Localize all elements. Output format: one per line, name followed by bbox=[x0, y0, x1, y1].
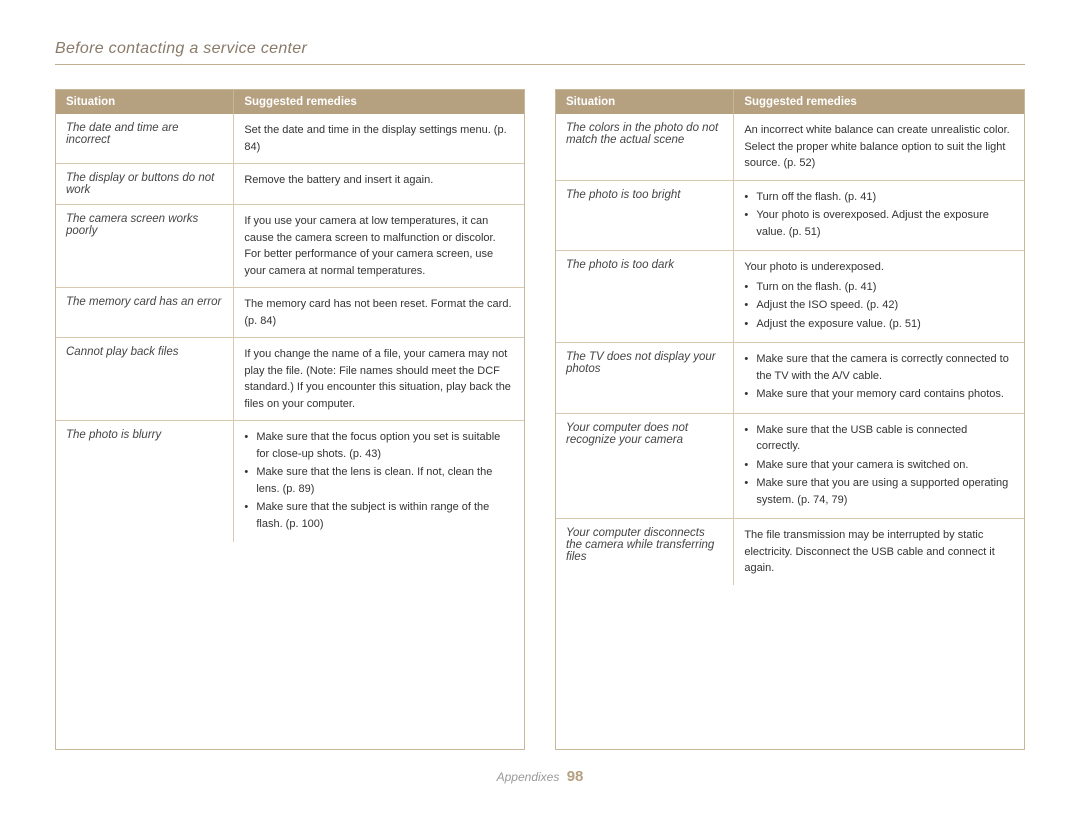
table-row: Cannot play back filesIf you change the … bbox=[56, 338, 524, 421]
situation-cell: The photo is too dark bbox=[556, 251, 734, 343]
list-item: Your photo is overexposed. Adjust the ex… bbox=[744, 207, 1014, 240]
appendix-label: Appendixes bbox=[497, 770, 560, 784]
remedy-list: Make sure that the focus option you set … bbox=[244, 429, 514, 532]
situation-cell: The memory card has an error bbox=[56, 288, 234, 338]
list-item: Make sure that the focus option you set … bbox=[244, 429, 514, 462]
remedy-cell: Make sure that the camera is correctly c… bbox=[734, 343, 1024, 414]
situation-cell: The photo is blurry bbox=[56, 421, 234, 543]
remedy-text: Your photo is underexposed. bbox=[744, 259, 1014, 276]
left-table-wrapper: Situation Suggested remedies The date an… bbox=[55, 89, 525, 750]
table-row: Your computer does not recognize your ca… bbox=[556, 413, 1024, 519]
remedy-text: For better performance of your camera sc… bbox=[244, 248, 493, 277]
list-item: Make sure that the USB cable is connecte… bbox=[744, 422, 1014, 455]
remedy-cell: Make sure that the focus option you set … bbox=[234, 421, 524, 543]
situation-cell: The display or buttons do not work bbox=[56, 164, 234, 205]
list-item: Adjust the ISO speed. (p. 42) bbox=[744, 297, 1014, 314]
page-number: 98 bbox=[567, 768, 584, 785]
remedy-cell: Remove the battery and insert it again. bbox=[234, 164, 524, 205]
situation-cell: Your computer does not recognize your ca… bbox=[556, 413, 734, 519]
situation-cell: The TV does not display your photos bbox=[556, 343, 734, 414]
table-row: The display or buttons do not work Remove… bbox=[56, 164, 524, 205]
table-row: The date and time are incorrect Set the d… bbox=[56, 114, 524, 164]
right-situation-header: Situation bbox=[556, 90, 734, 114]
remedy-list: Turn on the flash. (p. 41)Adjust the ISO… bbox=[744, 279, 1014, 333]
left-table: Situation Suggested remedies The date an… bbox=[56, 90, 524, 542]
table-row: The photo is too darkYour photo is under… bbox=[556, 251, 1024, 343]
right-table: Situation Suggested remedies The colors … bbox=[556, 90, 1024, 585]
tables-row: Situation Suggested remedies The date an… bbox=[55, 89, 1025, 750]
list-item: Adjust the exposure value. (p. 51) bbox=[744, 316, 1014, 333]
situation-cell: Your computer disconnects the camera whi… bbox=[556, 519, 734, 585]
left-situation-header: Situation bbox=[56, 90, 234, 114]
table-row: The camera screen works poorly If you use… bbox=[56, 205, 524, 288]
remedy-text: Remove the battery and insert it again. bbox=[244, 174, 433, 186]
situation-cell: The colors in the photo do not match the… bbox=[556, 114, 734, 180]
list-item: Make sure that the lens is clean. If not… bbox=[244, 464, 514, 497]
remedy-list: Make sure that the USB cable is connecte… bbox=[744, 422, 1014, 509]
list-item: Turn on the flash. (p. 41) bbox=[744, 279, 1014, 296]
remedy-cell: Make sure that the USB cable is connecte… bbox=[734, 413, 1024, 519]
list-item: Turn off the flash. (p. 41) bbox=[744, 189, 1014, 206]
remedy-text: An incorrect white balance can create un… bbox=[744, 124, 1009, 169]
situation-cell: The photo is too bright bbox=[556, 180, 734, 251]
left-remedies-header: Suggested remedies bbox=[234, 90, 524, 114]
list-item: Make sure that your camera is switched o… bbox=[744, 457, 1014, 474]
right-table-wrapper: Situation Suggested remedies The colors … bbox=[555, 89, 1025, 750]
remedy-list: Turn off the flash. (p. 41)Your photo is… bbox=[744, 189, 1014, 241]
list-item: Make sure that the subject is within ran… bbox=[244, 499, 514, 532]
remedy-cell: If you use your camera at low temperatur… bbox=[234, 205, 524, 288]
remedy-cell: The file transmission may be interrupted… bbox=[734, 519, 1024, 585]
right-remedies-header: Suggested remedies bbox=[734, 90, 1024, 114]
page-container: Before contacting a service center Situa… bbox=[0, 0, 1080, 815]
remedy-text: Set the date and time in the display set… bbox=[244, 124, 506, 153]
list-item: Make sure that you are using a supported… bbox=[744, 475, 1014, 508]
remedy-cell: Set the date and time in the display set… bbox=[234, 114, 524, 164]
list-item: Make sure that your memory card contains… bbox=[744, 386, 1014, 403]
remedy-cell: An incorrect white balance can create un… bbox=[734, 114, 1024, 180]
remedy-text: The memory card has not been reset. Form… bbox=[244, 298, 511, 327]
footer: Appendixes 98 bbox=[55, 768, 1025, 785]
remedy-cell: Turn off the flash. (p. 41)Your photo is… bbox=[734, 180, 1024, 251]
situation-cell: Cannot play back files bbox=[56, 338, 234, 421]
table-row: The colors in the photo do not match the… bbox=[556, 114, 1024, 180]
table-row: Your computer disconnects the camera whi… bbox=[556, 519, 1024, 585]
table-row: The photo is too brightTurn off the flas… bbox=[556, 180, 1024, 251]
list-item: Make sure that the camera is correctly c… bbox=[744, 351, 1014, 384]
remedy-text: If you use your camera at low temperatur… bbox=[244, 215, 495, 244]
remedy-text: The file transmission may be interrupted… bbox=[744, 529, 994, 574]
remedy-cell: The memory card has not been reset. Form… bbox=[234, 288, 524, 338]
table-row: The memory card has an error The memory c… bbox=[56, 288, 524, 338]
situation-cell: The date and time are incorrect bbox=[56, 114, 234, 164]
remedy-text: If you change the name of a file, your c… bbox=[244, 348, 511, 410]
situation-cell: The camera screen works poorly bbox=[56, 205, 234, 288]
table-row: The photo is blurry Make sure that the fo… bbox=[56, 421, 524, 543]
table-row: The TV does not display your photos Make … bbox=[556, 343, 1024, 414]
remedy-cell: If you change the name of a file, your c… bbox=[234, 338, 524, 421]
page-title: Before contacting a service center bbox=[55, 40, 1025, 65]
remedy-list: Make sure that the camera is correctly c… bbox=[744, 351, 1014, 403]
remedy-cell: Your photo is underexposed. Turn on the f… bbox=[734, 251, 1024, 343]
